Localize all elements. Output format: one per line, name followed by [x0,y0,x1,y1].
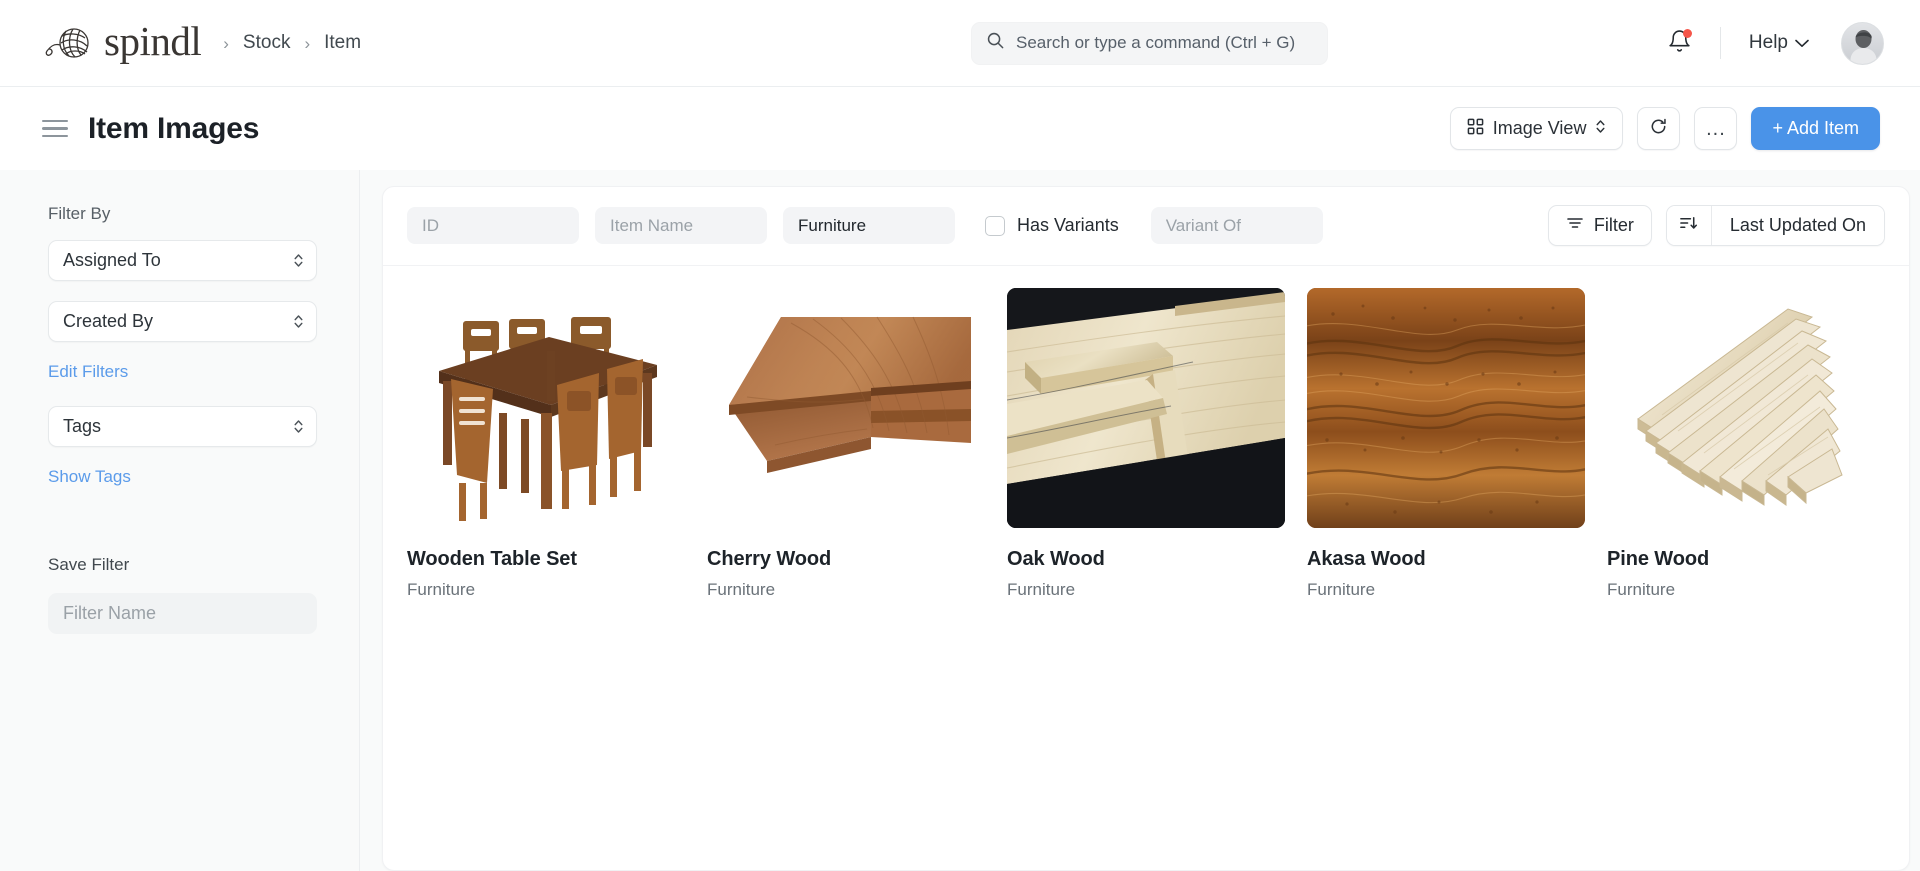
breadcrumb-item-stock[interactable]: Stock [243,32,291,54]
page-header: Item Images Image View [0,87,1920,170]
checkbox-box[interactable] [985,216,1005,236]
item-card[interactable]: Akasa Wood Furniture [1307,288,1585,600]
navbar-divider [1720,27,1721,59]
global-search[interactable] [971,22,1328,65]
items-panel: Has Variants Filter [382,186,1910,871]
chevron-down-icon [1795,32,1809,54]
item-group-filter-input[interactable] [783,207,955,244]
created-by-select[interactable]: Created By [48,301,317,342]
assigned-to-label: Assigned To [63,250,161,271]
brand-logo[interactable]: spindl [42,21,201,65]
item-title: Akasa Wood [1307,548,1585,571]
help-label: Help [1749,32,1788,54]
item-card[interactable]: Oak Wood Furniture [1007,288,1285,600]
edit-filters-link[interactable]: Edit Filters [48,362,128,382]
more-options-button[interactable]: ... [1694,107,1737,150]
search-input[interactable] [1016,33,1313,53]
item-card[interactable]: Cherry Wood Furniture [707,288,985,600]
notifications-button[interactable] [1658,21,1702,65]
view-switch-button[interactable]: Image View [1450,107,1624,150]
brand-name: spindl [104,21,201,62]
filter-sidebar: Filter By Assigned To Created By Edit Fi… [0,170,360,871]
ellipsis-icon: ... [1706,123,1726,135]
main-content: Has Variants Filter [360,170,1920,871]
add-item-button[interactable]: + Add Item [1751,107,1880,150]
help-menu-button[interactable]: Help [1743,28,1815,58]
refresh-icon [1649,117,1668,141]
refresh-button[interactable] [1637,107,1680,150]
assigned-to-select[interactable]: Assigned To [48,240,317,281]
filter-name-input[interactable] [48,593,317,634]
cherry-wood-photo[interactable] [707,288,985,528]
item-title: Cherry Wood [707,548,985,571]
item-title: Pine Wood [1607,548,1885,571]
breadcrumb-separator-icon: › [223,35,229,52]
id-filter-input[interactable] [407,207,579,244]
item-group: Furniture [407,580,685,600]
akasa-wood-photo[interactable] [1307,288,1585,528]
sort-control: Last Updated On [1666,205,1885,246]
item-group: Furniture [1007,580,1285,600]
item-grid: Wooden Table Set Furniture [383,266,1909,600]
hamburger-icon[interactable] [42,120,68,138]
breadcrumb: › Stock › Item [223,32,361,54]
grid-icon [1467,118,1484,140]
item-name-filter-input[interactable] [595,207,767,244]
oak-wood-photo[interactable] [1007,288,1285,528]
filter-button-label: Filter [1594,215,1634,236]
pine-wood-photo[interactable] [1607,288,1885,528]
breadcrumb-item-item[interactable]: Item [324,32,361,54]
has-variants-checkbox[interactable]: Has Variants [985,215,1119,236]
filter-by-label: Filter By [48,204,317,224]
breadcrumb-separator-icon: › [304,35,310,52]
item-group: Furniture [1307,580,1585,600]
chevron-updown-icon [1595,118,1606,140]
page-body: Filter By Assigned To Created By Edit Fi… [0,170,1920,871]
navbar-right-actions: Help [1658,21,1884,65]
notification-dot [1683,29,1692,38]
variant-of-filter-input[interactable] [1151,207,1323,244]
tags-select[interactable]: Tags [48,406,317,447]
sort-direction-button[interactable] [1667,206,1712,245]
search-icon [986,31,1005,55]
created-by-label: Created By [63,311,153,332]
filter-icon [1566,214,1584,237]
view-switch-label: Image View [1493,118,1587,139]
item-card[interactable]: Wooden Table Set Furniture [407,288,685,600]
chevron-updown-icon [293,313,304,330]
item-title: Oak Wood [1007,548,1285,571]
item-card[interactable]: Pine Wood Furniture [1607,288,1885,600]
tags-label: Tags [63,416,101,437]
chevron-updown-icon [293,252,304,269]
item-title: Wooden Table Set [407,548,685,571]
show-tags-link[interactable]: Show Tags [48,467,131,487]
filter-bar: Has Variants Filter [383,187,1909,266]
top-navbar: spindl › Stock › Item [0,0,1920,87]
sort-field-select[interactable]: Last Updated On [1712,206,1884,245]
chevron-updown-icon [293,418,304,435]
item-group: Furniture [1607,580,1885,600]
sort-field-label: Last Updated On [1730,215,1866,236]
filter-bar-tools: Filter Last Updated On [1548,205,1885,246]
has-variants-label: Has Variants [1017,215,1119,236]
sort-descending-icon [1679,214,1698,237]
yarn-ball-icon [42,21,96,65]
wooden-table-set-photo[interactable] [407,288,685,528]
avatar[interactable] [1841,22,1884,65]
page-header-actions: Image View ... + Add Item [1450,107,1880,150]
save-filter-label: Save Filter [48,555,317,575]
filter-button[interactable]: Filter [1548,205,1652,246]
item-group: Furniture [707,580,985,600]
page-title: Item Images [88,112,259,146]
